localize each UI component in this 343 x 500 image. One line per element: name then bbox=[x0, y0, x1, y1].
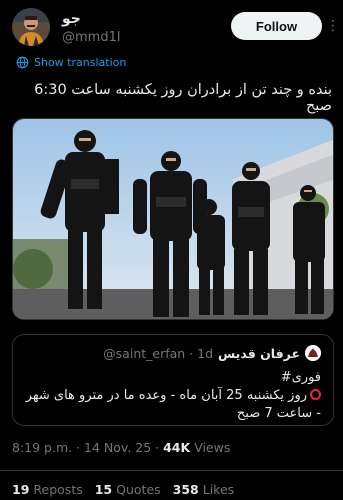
show-translation-label: Show translation bbox=[34, 55, 127, 69]
show-translation-link[interactable]: Show translation bbox=[16, 54, 126, 70]
tweet-media-image[interactable] bbox=[12, 118, 334, 320]
tweet-timestamp-views: 8:19 p.m. · 14 Nov. 25 · 44K Views bbox=[12, 440, 230, 455]
divider bbox=[0, 470, 343, 471]
likes-count: 358 bbox=[172, 482, 199, 497]
quotes-label: Quotes bbox=[116, 482, 161, 497]
reposts-count: 19 bbox=[12, 482, 30, 497]
reposts-stat[interactable]: 19 Reposts bbox=[12, 482, 83, 497]
globe-icon bbox=[16, 56, 29, 68]
views-count: 44K bbox=[163, 440, 191, 455]
quoted-avatar[interactable] bbox=[305, 345, 321, 361]
quoted-display-name: عرفان قدیس bbox=[218, 345, 300, 361]
tweet-header: جو @mmd1l Follow ⋮ bbox=[12, 8, 340, 46]
quoted-hashtag[interactable]: فوری# bbox=[23, 369, 321, 387]
views-label: Views bbox=[194, 440, 231, 455]
likes-label: Likes bbox=[202, 482, 235, 497]
more-vertical-icon[interactable]: ⋮ bbox=[326, 18, 340, 34]
quoted-tweet[interactable]: عرفان قدیس @saint_erfan · 1d فوری# روز ی… bbox=[12, 334, 334, 426]
red-circle-icon bbox=[310, 389, 321, 400]
quotes-count: 15 bbox=[94, 482, 113, 497]
follow-button[interactable]: Follow bbox=[231, 12, 322, 40]
quoted-body: روز یکشنبه 25 آبان ماه - وعده ما در مترو… bbox=[25, 388, 321, 421]
quoted-tweet-header: عرفان قدیس @saint_erfan · 1d bbox=[103, 345, 321, 361]
quotes-stat[interactable]: 15 Quotes bbox=[95, 482, 161, 497]
author-handle[interactable]: @mmd1l bbox=[62, 30, 120, 45]
likes-stat[interactable]: 358 Likes bbox=[173, 482, 235, 497]
engagement-stats: 19 Reposts 15 Quotes 358 Likes bbox=[12, 482, 246, 497]
tweet-timestamp[interactable]: 8:19 p.m. · 14 Nov. 25 · bbox=[12, 440, 163, 455]
reposts-label: Reposts bbox=[33, 482, 83, 497]
quoted-handle: @saint_erfan · 1d bbox=[103, 345, 214, 361]
tweet-text: بنده و چند تن از برادران روز یکشنبه ساعت… bbox=[34, 82, 332, 114]
quoted-tweet-text: فوری# روز یکشنبه 25 آبان ماه - وعده ما د… bbox=[23, 369, 321, 423]
avatar[interactable] bbox=[12, 8, 50, 46]
author-display-name[interactable]: جو bbox=[62, 11, 81, 27]
